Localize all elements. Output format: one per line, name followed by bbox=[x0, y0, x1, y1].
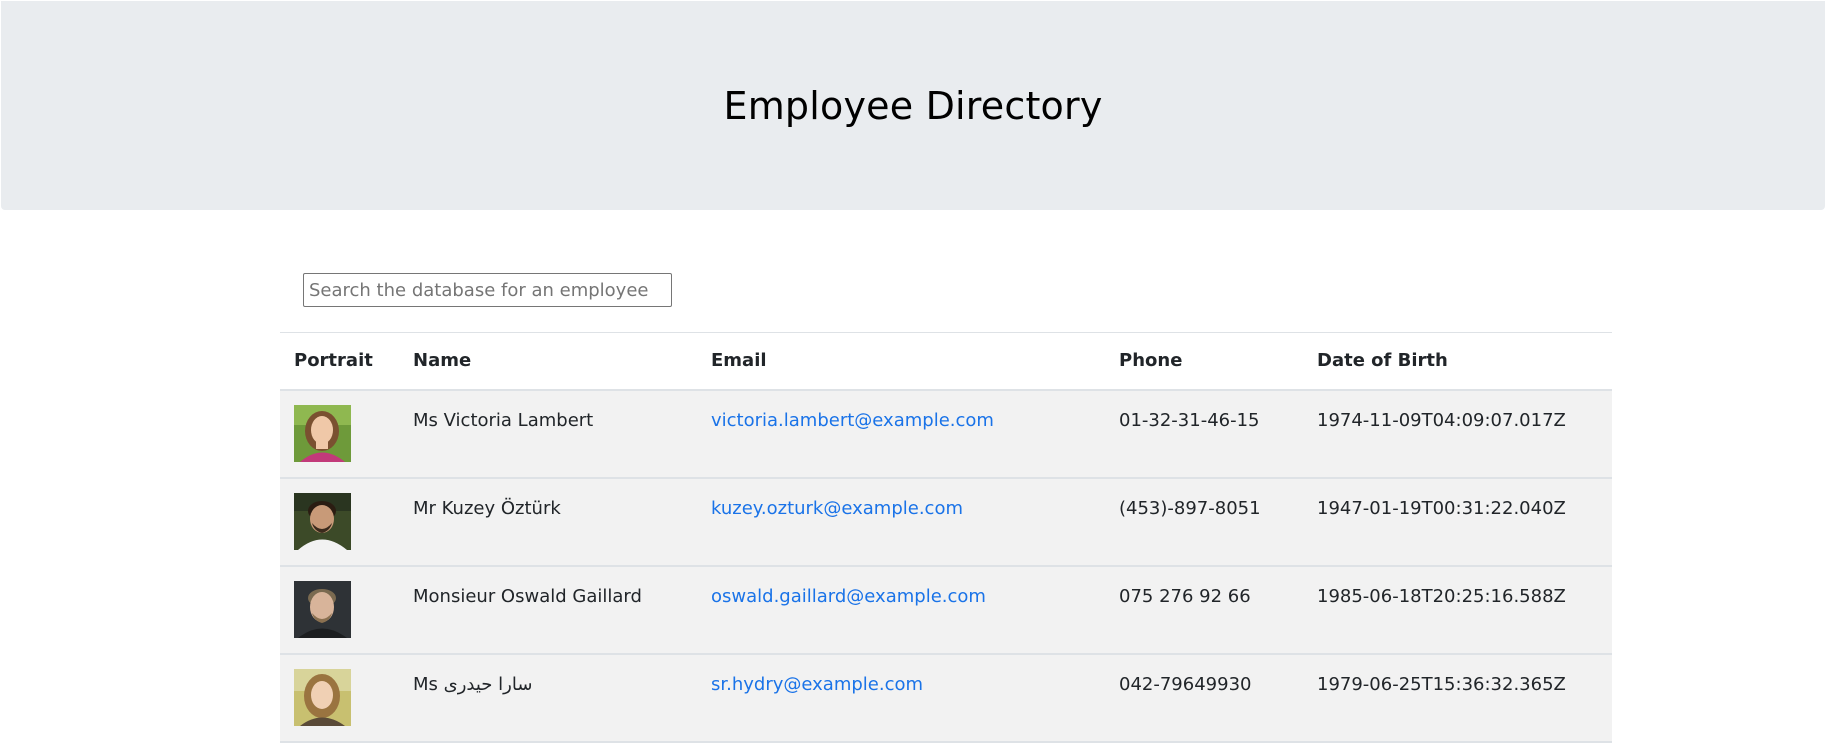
page-header: Employee Directory bbox=[1, 1, 1825, 210]
search-input[interactable] bbox=[303, 273, 672, 307]
employee-table: Portrait Name Email Phone Date of Birth bbox=[280, 332, 1612, 743]
employee-portrait bbox=[294, 404, 351, 462]
page-title: Employee Directory bbox=[723, 83, 1103, 128]
email-cell: kuzey.ozturk@example.com bbox=[697, 477, 1105, 567]
search-bar bbox=[303, 273, 672, 307]
employee-phone: 01-32-31-46-15 bbox=[1105, 389, 1303, 479]
employee-phone: 075 276 92 66 bbox=[1105, 565, 1303, 655]
employee-dob: 1985-06-18T20:25:16.588Z bbox=[1303, 565, 1612, 655]
table-row: Ms Victoria Lambert victoria.lambert@exa… bbox=[280, 389, 1612, 479]
employee-phone: (453)-897-8051 bbox=[1105, 477, 1303, 567]
table-row: Mr Kuzey Öztürk kuzey.ozturk@example.com… bbox=[280, 477, 1612, 567]
email-cell: oswald.gaillard@example.com bbox=[697, 565, 1105, 655]
employee-dob: 1947-01-19T00:31:22.040Z bbox=[1303, 477, 1612, 567]
column-header-dob: Date of Birth bbox=[1303, 332, 1612, 391]
table-body: Ms Victoria Lambert victoria.lambert@exa… bbox=[280, 389, 1612, 743]
employee-name: Monsieur Oswald Gaillard bbox=[399, 565, 697, 655]
column-header-email: Email bbox=[697, 332, 1105, 391]
employee-portrait bbox=[294, 492, 351, 550]
portrait-cell bbox=[280, 477, 399, 567]
column-header-name[interactable]: Name bbox=[399, 332, 697, 391]
column-header-phone: Phone bbox=[1105, 332, 1303, 391]
email-cell: victoria.lambert@example.com bbox=[697, 389, 1105, 479]
employee-phone: 042-79649930 bbox=[1105, 653, 1303, 743]
email-link[interactable]: oswald.gaillard@example.com bbox=[711, 586, 986, 607]
email-link[interactable]: sr.hydry@example.com bbox=[711, 674, 923, 695]
employee-portrait bbox=[294, 668, 351, 726]
employee-dob: 1979-06-25T15:36:32.365Z bbox=[1303, 653, 1612, 743]
portrait-cell bbox=[280, 653, 399, 743]
employee-table-container: Portrait Name Email Phone Date of Birth bbox=[280, 332, 1612, 743]
email-link[interactable]: victoria.lambert@example.com bbox=[711, 410, 994, 431]
table-row: Ms سارا حیدری sr.hydry@example.com 042-7… bbox=[280, 653, 1612, 743]
employee-name: Mr Kuzey Öztürk bbox=[399, 477, 697, 567]
portrait-cell bbox=[280, 389, 399, 479]
table-row: Monsieur Oswald Gaillard oswald.gaillard… bbox=[280, 565, 1612, 655]
employee-name: Ms Victoria Lambert bbox=[399, 389, 697, 479]
portrait-cell bbox=[280, 565, 399, 655]
email-link[interactable]: kuzey.ozturk@example.com bbox=[711, 498, 963, 519]
employee-name: Ms سارا حیدری bbox=[399, 653, 697, 743]
table-header-row: Portrait Name Email Phone Date of Birth bbox=[280, 332, 1612, 391]
table-header: Portrait Name Email Phone Date of Birth bbox=[280, 332, 1612, 391]
employee-portrait bbox=[294, 580, 351, 638]
email-cell: sr.hydry@example.com bbox=[697, 653, 1105, 743]
column-header-portrait: Portrait bbox=[280, 332, 399, 391]
employee-dob: 1974-11-09T04:09:07.017Z bbox=[1303, 389, 1612, 479]
